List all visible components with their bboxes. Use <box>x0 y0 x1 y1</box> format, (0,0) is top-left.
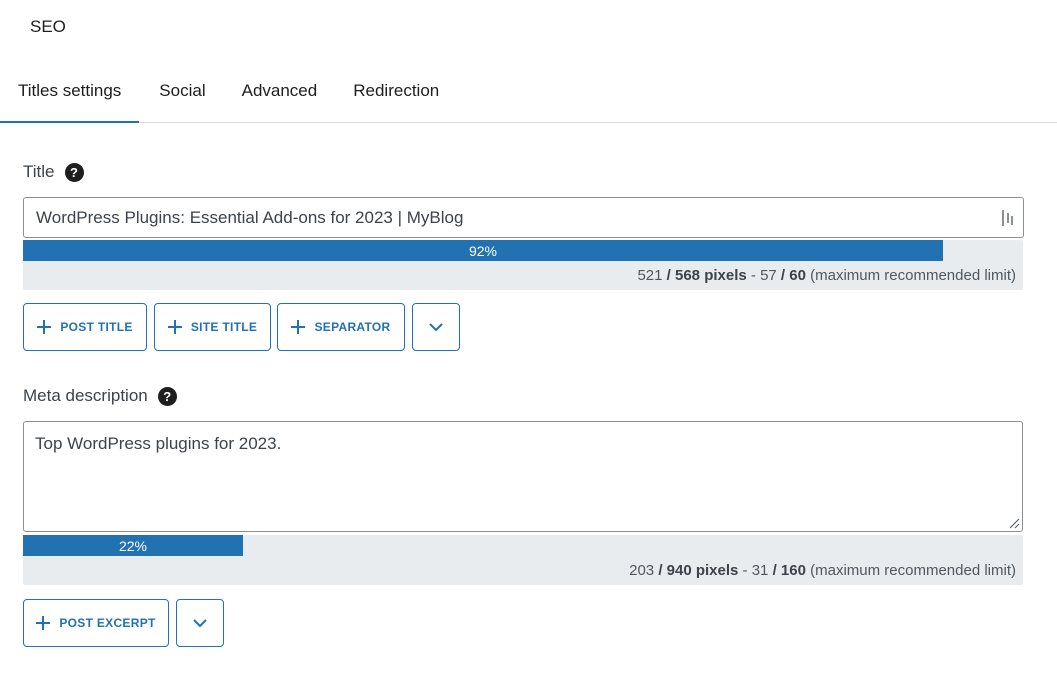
tab-titles-settings[interactable]: Titles settings <box>0 68 140 123</box>
title-pixels-used: 521 <box>637 267 663 284</box>
title-meter-fill: 92% <box>23 240 943 261</box>
add-separator-button[interactable]: SEPARATOR <box>277 303 405 351</box>
resize-handle-icon[interactable] <box>1008 517 1020 529</box>
title-chars-max: 60 <box>789 267 806 284</box>
help-circle-icon[interactable]: ? <box>157 386 177 406</box>
meta-pixels-max: 940 pixels <box>666 562 739 579</box>
title-length-meter: 92% 521 / 568 pixels - 57 / 60 (maximum … <box>23 240 1023 290</box>
tab-advanced[interactable]: Advanced <box>224 68 336 122</box>
title-chars-used: 57 <box>760 267 777 284</box>
tab-social[interactable]: Social <box>139 68 223 122</box>
add-post-excerpt-label: POST EXCERPT <box>59 616 156 630</box>
meta-pixels-used: 203 <box>629 562 655 579</box>
meta-chars-max: 160 <box>780 562 806 579</box>
help-circle-icon[interactable]: ? <box>64 162 84 182</box>
meta-description-textarea[interactable]: Top WordPress plugins for 2023. <box>23 421 1023 532</box>
plus-icon <box>291 320 306 334</box>
meta-description-label: Meta description <box>23 386 148 405</box>
title-input-value: WordPress Plugins: Essential Add-ons for… <box>36 207 464 227</box>
add-post-title-label: POST TITLE <box>60 320 133 334</box>
title-input[interactable]: WordPress Plugins: Essential Add-ons for… <box>23 197 1024 238</box>
title-label-row: Title ? <box>23 162 84 182</box>
add-site-title-button[interactable]: SITE TITLE <box>154 303 271 351</box>
meta-meter-note: (maximum recommended limit) <box>810 562 1016 579</box>
meta-meter-percent: 22% <box>118 537 148 554</box>
meta-meter-counts: 203 / 940 pixels - 31 / 160 (maximum rec… <box>629 562 1016 579</box>
plus-icon <box>36 616 51 630</box>
plus-icon <box>167 320 182 334</box>
meta-label-row: Meta description ? <box>23 386 177 406</box>
add-site-title-label: SITE TITLE <box>190 320 258 334</box>
add-post-excerpt-button[interactable]: POST EXCERPT <box>23 599 169 647</box>
more-title-variables-button[interactable] <box>412 303 460 351</box>
title-label: Title <box>23 162 55 181</box>
tab-redirection[interactable]: Redirection <box>335 68 457 122</box>
title-meter-counts: 521 / 568 pixels - 57 / 60 (maximum reco… <box>637 267 1016 284</box>
panel-title: SEO <box>30 17 66 36</box>
add-post-title-button[interactable]: POST TITLE <box>23 303 147 351</box>
meta-chars-used: 31 <box>751 562 769 579</box>
add-separator-label: SEPARATOR <box>314 320 391 334</box>
title-pixels-max: 568 pixels <box>675 267 747 284</box>
variable-tag-icon[interactable] <box>1001 209 1017 227</box>
chevron-down-icon <box>193 619 207 628</box>
chevron-down-icon <box>429 323 443 332</box>
meta-description-value: Top WordPress plugins for 2023. <box>35 434 282 453</box>
plus-icon <box>37 320 52 334</box>
meta-length-meter: 22% 203 / 940 pixels - 31 / 160 (maximum… <box>23 535 1023 585</box>
meta-meter-fill: 22% <box>23 535 243 556</box>
tab-bar: Titles settings Social Advanced Redirect… <box>0 68 1057 123</box>
title-meter-note: (maximum recommended limit) <box>810 267 1016 284</box>
title-meter-percent: 92% <box>468 242 498 259</box>
more-meta-variables-button[interactable] <box>176 599 224 647</box>
